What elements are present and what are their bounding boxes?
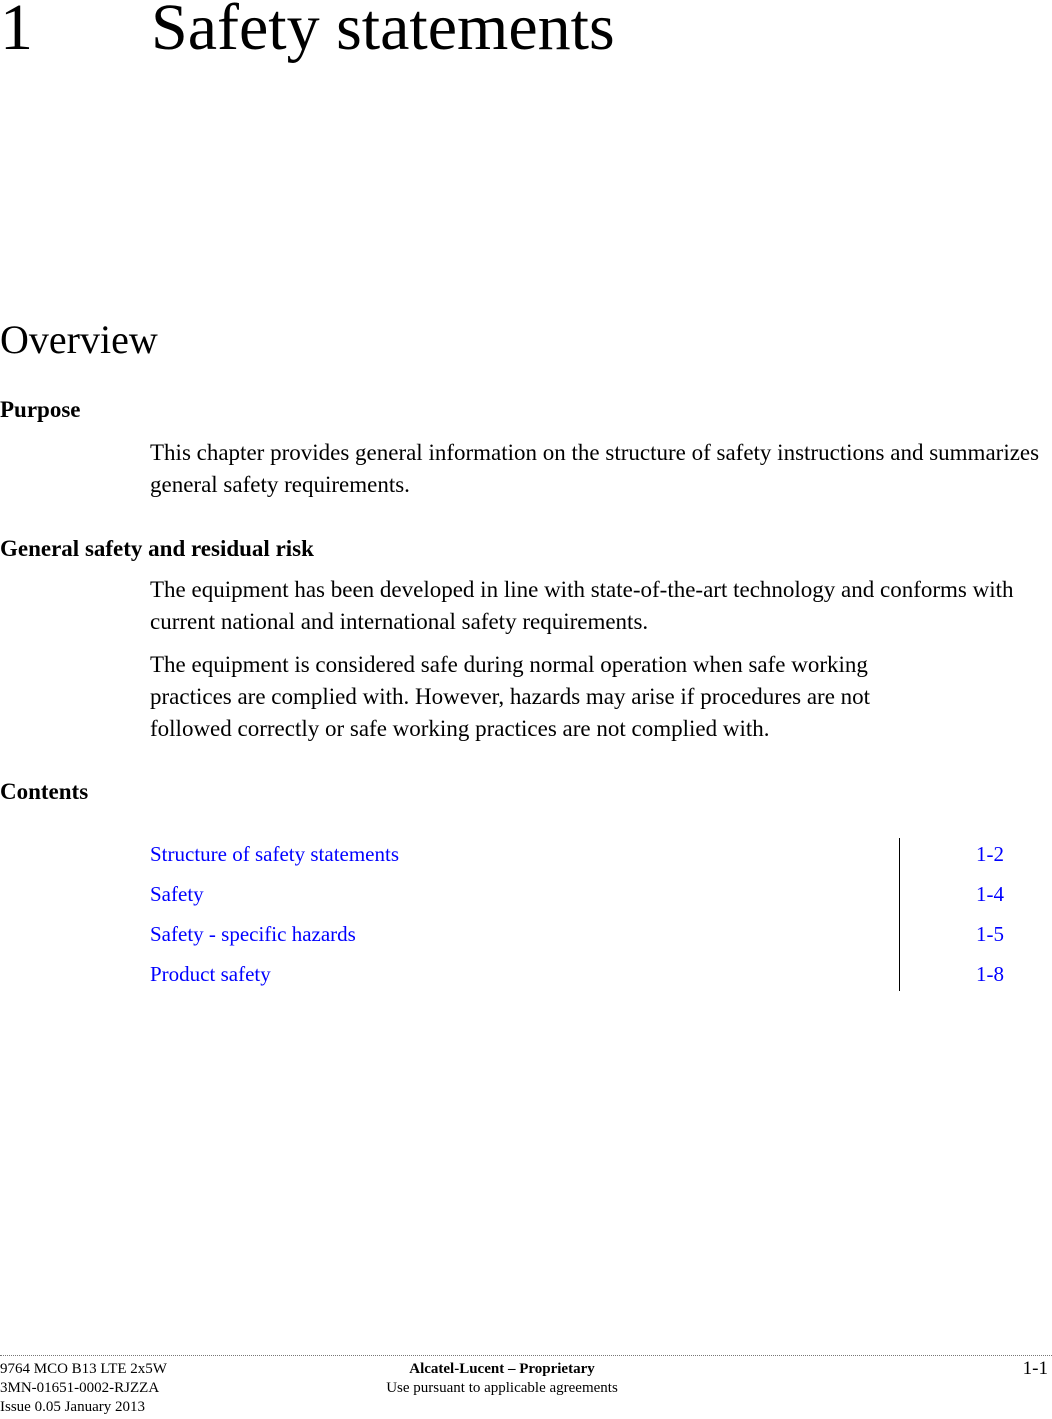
chapter-number: 1 <box>0 0 33 64</box>
purpose-heading: Purpose <box>0 397 81 422</box>
footer-document-info: 9764 MCO B13 LTE 2x5W 3MN-01651-0002-RJZ… <box>0 1360 167 1417</box>
footer-page-number: 1-1 <box>1022 1358 1048 1379</box>
toc-row: Safety 1-4 <box>150 878 1010 918</box>
footer-proprietary: Alcatel-Lucent – Proprietary <box>409 1361 595 1377</box>
toc-page-link[interactable]: 1-4 <box>976 878 1004 910</box>
toc-link-safety[interactable]: Safety <box>150 878 204 910</box>
general-safety-heading: General safety and residual risk <box>0 536 314 561</box>
toc-page-link[interactable]: 1-5 <box>976 918 1004 950</box>
purpose-paragraph: This chapter provides general informatio… <box>150 440 1040 497</box>
toc-link-product-safety[interactable]: Product safety <box>150 958 271 990</box>
contents-heading: Contents <box>0 779 89 804</box>
footer-issue: Issue 0.05 January 2013 <box>0 1399 145 1415</box>
toc-row: Structure of safety statements 1-2 <box>150 838 1010 878</box>
toc-row: Safety - specific hazards 1-5 <box>150 918 1010 958</box>
chapter-name: Safety statements <box>151 0 615 64</box>
footer-doc-number: 3MN-01651-0002-RJZZA <box>0 1380 160 1396</box>
toc-link-safety-specific-hazards[interactable]: Safety - specific hazards <box>150 918 356 950</box>
footer-proprietary-notice: Alcatel-Lucent – Proprietary Use pursuan… <box>360 1360 644 1398</box>
general-safety-paragraph-1: The equipment has been developed in line… <box>150 577 1014 634</box>
footer-product: 9764 MCO B13 LTE 2x5W <box>0 1361 167 1377</box>
toc-row: Product safety 1-8 <box>150 958 1010 998</box>
toc-link-structure-of-safety-statements[interactable]: Structure of safety statements <box>150 838 399 870</box>
contents-table: Structure of safety statements 1-2 Safet… <box>150 838 1010 998</box>
general-safety-paragraph-2: The equipment is considered safe during … <box>150 652 871 741</box>
toc-page-link[interactable]: 1-2 <box>976 838 1004 870</box>
footer-divider <box>0 1355 1052 1356</box>
toc-page-link[interactable]: 1-8 <box>976 958 1004 990</box>
footer-usage-note: Use pursuant to applicable agreements <box>386 1380 618 1396</box>
overview-heading: Overview <box>0 317 158 362</box>
